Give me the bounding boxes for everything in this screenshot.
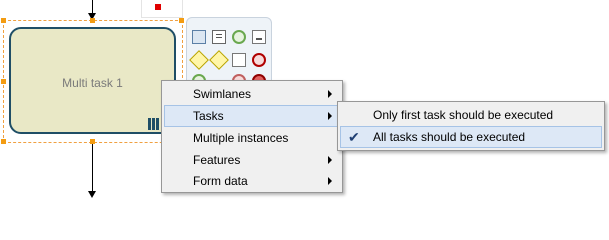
submenu-arrow-icon: [328, 177, 332, 185]
resize-handle-left[interactable]: [1, 79, 6, 84]
incoming-connector[interactable]: [92, 0, 93, 14]
exclusive-gateway-icon[interactable]: [209, 50, 229, 70]
swimlane-icon[interactable]: [192, 30, 206, 44]
submenu-arrow-icon: [328, 156, 332, 164]
submenu-item-only-first-task[interactable]: Only first task should be executed: [340, 104, 602, 126]
submenu-arrow-icon: [328, 90, 332, 98]
resize-handle-top-left[interactable]: [1, 18, 6, 23]
menu-item-multiple-instances[interactable]: Multiple instances: [164, 127, 340, 149]
data-store-icon[interactable]: [252, 30, 266, 44]
checkmark-icon: ✔: [348, 129, 360, 145]
shape-palette: [186, 17, 272, 88]
parallel-gateway-icon[interactable]: [189, 50, 209, 70]
task-label: Multi task 1: [62, 76, 123, 90]
menu-item-form-data[interactable]: Form data: [164, 170, 340, 192]
menu-item-tasks[interactable]: Tasks: [164, 105, 340, 127]
menu-item-features[interactable]: Features: [164, 149, 340, 171]
error-end-event-icon[interactable]: [252, 53, 266, 67]
multi-instance-marker-icon: [148, 118, 160, 130]
outgoing-connector[interactable]: [92, 144, 93, 192]
context-menu: Swimlanes Tasks Multiple instances Featu…: [161, 80, 343, 193]
submenu-item-all-tasks[interactable]: ✔ All tasks should be executed: [340, 126, 602, 148]
inclusive-gateway-icon[interactable]: [232, 53, 246, 67]
multi-task-shape[interactable]: Multi task 1: [9, 27, 176, 134]
resize-handle-top[interactable]: [90, 18, 95, 23]
resize-handle-bottom-left[interactable]: [1, 139, 6, 144]
menu-item-swimlanes[interactable]: Swimlanes: [164, 83, 340, 105]
resize-handle-top-right[interactable]: [179, 18, 184, 23]
end-event-icon[interactable]: [232, 30, 246, 44]
red-marker-icon: [155, 4, 161, 10]
outgoing-arrow-head-icon: [88, 191, 96, 198]
annotation-icon[interactable]: [212, 30, 226, 44]
submenu-arrow-icon: [328, 112, 332, 120]
end-marker-element[interactable]: [141, 0, 183, 18]
tasks-submenu: Only first task should be executed ✔ All…: [337, 101, 605, 151]
